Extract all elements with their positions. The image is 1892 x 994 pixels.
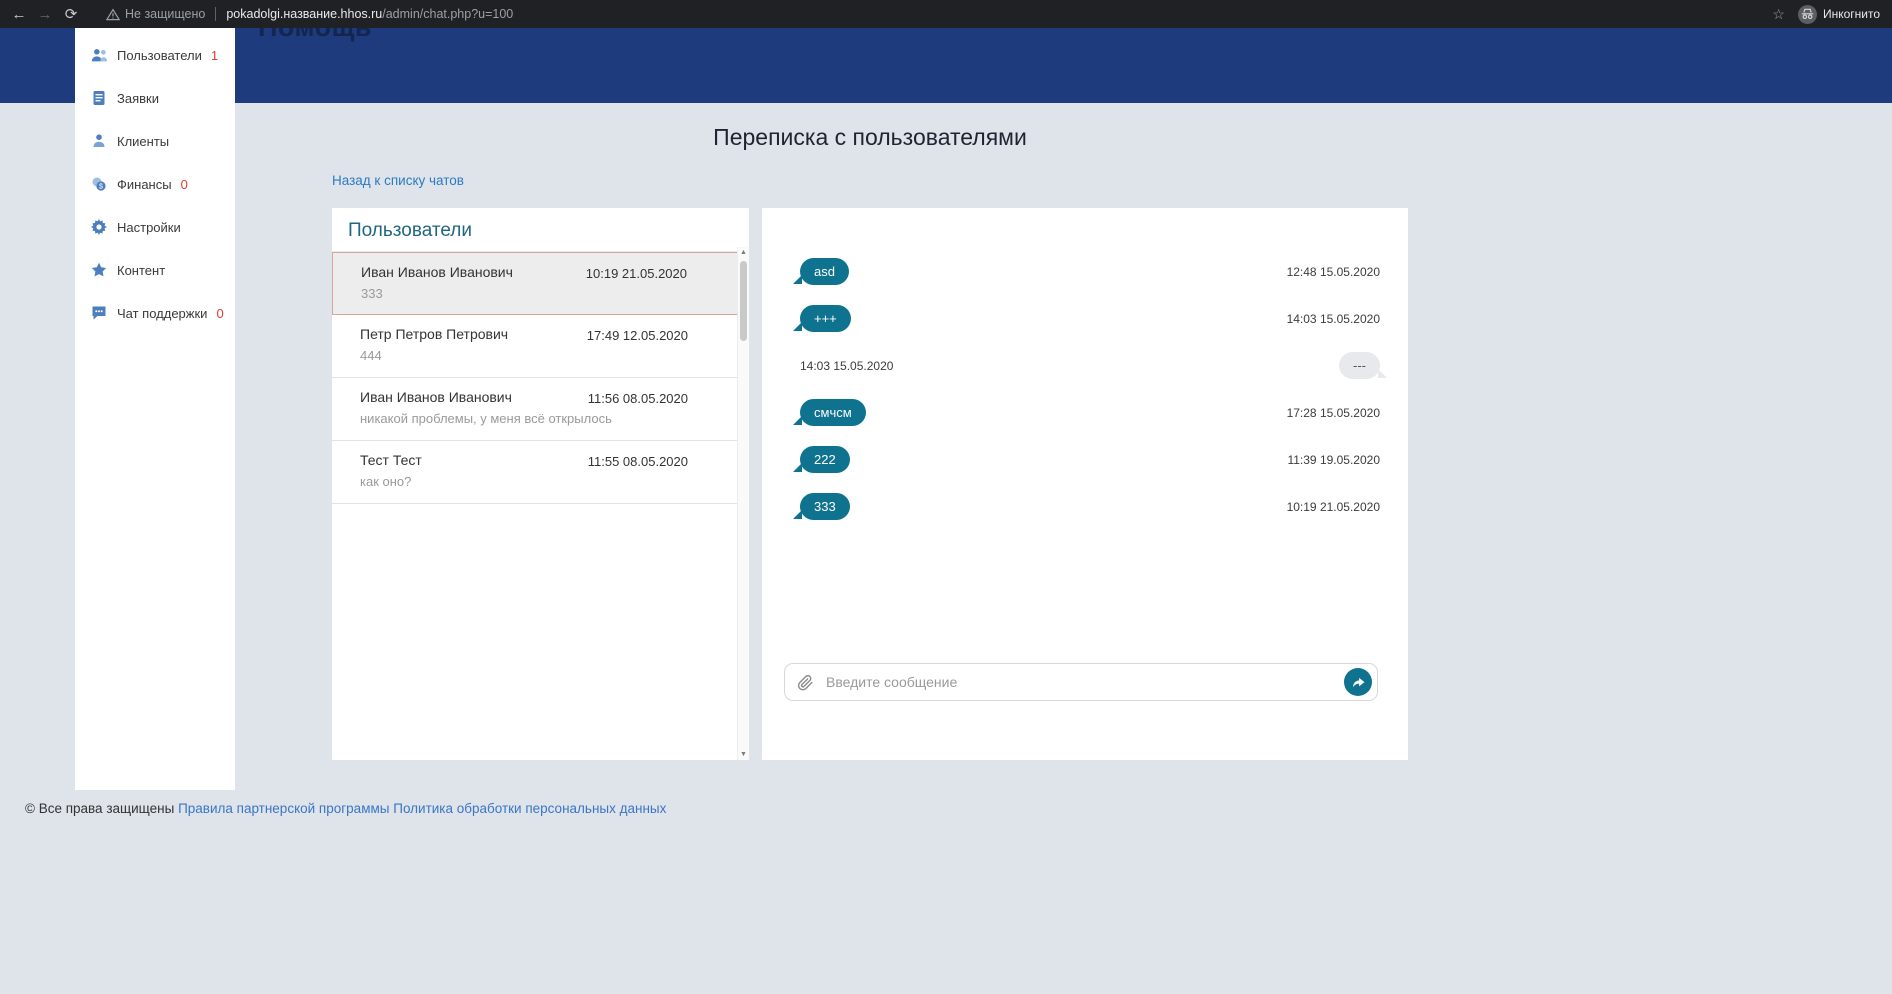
- sidebar-item-badge: 1: [210, 48, 219, 63]
- back-to-chats-link[interactable]: Назад к списку чатов: [332, 173, 464, 188]
- sidebar-menu: Пользователи 1 Заявки Клиенты $ Финансы …: [75, 34, 235, 335]
- sidebar-item-label: Клиенты: [117, 134, 170, 149]
- message-time: 12:48 15.05.2020: [1286, 264, 1380, 279]
- message-bubble: +++: [793, 305, 851, 332]
- chat-item-preview: никакой проблемы, у меня всё открылось: [360, 411, 612, 426]
- sidebar-item-label: Контент: [117, 263, 166, 278]
- message-row: +++ 14:03 15.05.2020: [793, 295, 1380, 342]
- url-host: pokadolgi.название.hhos.ru: [226, 7, 383, 21]
- message-time: 14:03 15.05.2020: [1286, 311, 1380, 326]
- incognito-icon: [1797, 4, 1817, 24]
- sidebar-item-label: Заявки: [117, 91, 159, 106]
- page-title: Переписка с пользователями: [713, 124, 1027, 150]
- settings-icon: [91, 219, 108, 236]
- content-icon: [91, 262, 108, 279]
- sidebar-item-label: Настройки: [117, 220, 181, 235]
- scrollbar-thumb[interactable]: [740, 261, 747, 341]
- message-row: 222 11:39 19.05.2020: [793, 436, 1380, 483]
- chat-list-panel: Пользователи Иван Иванов Иванович 10:19 …: [332, 208, 749, 760]
- chat-list-item[interactable]: Иван Иванов Иванович 11:56 08.05.2020 ни…: [332, 378, 749, 441]
- message-composer: [784, 663, 1378, 701]
- chat-item-preview: как оно?: [360, 474, 412, 489]
- message-row: смчсм 17:28 15.05.2020: [793, 389, 1380, 436]
- page: ← → ⟳ Не защищено pokadolgi.название.hho…: [0, 0, 1892, 994]
- chat-list: Иван Иванов Иванович 10:19 21.05.2020 33…: [332, 252, 749, 504]
- message-list: asd 12:48 15.05.2020 +++ 14:03 15.05.202…: [762, 248, 1408, 530]
- message-bubble: 333: [793, 493, 850, 520]
- chat-item-preview: 333: [361, 286, 383, 301]
- sidebar-item[interactable]: Заявки: [75, 77, 235, 120]
- browser-chrome: ← → ⟳ Не защищено pokadolgi.название.hho…: [0, 0, 1892, 28]
- message-bubble: asd: [793, 258, 849, 285]
- chat-item-time: 11:55 08.05.2020: [587, 454, 688, 469]
- sidebar-item[interactable]: Клиенты: [75, 120, 235, 163]
- message-time: 10:19 21.05.2020: [1286, 499, 1380, 514]
- clients-icon: [91, 133, 108, 150]
- url-path: /admin/chat.php?u=100: [382, 7, 514, 21]
- chat-item-time: 10:19 21.05.2020: [585, 266, 687, 281]
- browser-forward-button[interactable]: →: [32, 6, 58, 23]
- chat-list-item[interactable]: Тест Тест 11:55 08.05.2020 как оно?: [332, 441, 749, 504]
- sidebar-item[interactable]: Пользователи 1: [75, 34, 235, 77]
- svg-text:$: $: [99, 184, 103, 191]
- attach-file-icon[interactable]: [797, 674, 814, 691]
- message-time: 11:39 19.05.2020: [1287, 452, 1380, 467]
- sidebar-item-badge: 0: [180, 177, 188, 192]
- message-row: asd 12:48 15.05.2020: [793, 248, 1380, 295]
- sidebar-item-label: Пользователи: [117, 48, 202, 63]
- site-security-indicator[interactable]: Не защищено: [106, 7, 205, 21]
- send-message-button[interactable]: [1344, 668, 1372, 696]
- incognito-label: Инкогнито: [1822, 7, 1880, 21]
- message-input[interactable]: [824, 673, 1344, 691]
- browser-reload-button[interactable]: ⟳: [58, 5, 84, 23]
- message-row: 333 10:19 21.05.2020: [793, 483, 1380, 530]
- partner-rules-link[interactable]: Правила партнерской программы: [178, 801, 389, 816]
- requests-icon: [91, 90, 108, 107]
- chat-list-item[interactable]: Иван Иванов Иванович 10:19 21.05.2020 33…: [332, 252, 749, 315]
- sidebar-item[interactable]: $ Финансы 0: [75, 163, 235, 206]
- message-row: --- 14:03 15.05.2020: [800, 342, 1387, 389]
- scroll-down-icon[interactable]: ▼: [738, 751, 749, 758]
- divider: [215, 7, 217, 21]
- message-bubble: смчсм: [793, 399, 866, 426]
- support-chat-icon: [91, 305, 108, 322]
- message-time: 14:03 15.05.2020: [800, 358, 894, 373]
- chat-item-time: 17:49 12.05.2020: [586, 328, 688, 343]
- sidebar-item[interactable]: Чат поддержки 0: [75, 292, 235, 335]
- copyright-text: © Все права защищены: [25, 801, 175, 816]
- chat-list-scrollbar[interactable]: ▲ ▼: [737, 247, 749, 760]
- sidebar-item-label: Чат поддержки: [117, 306, 208, 321]
- privacy-policy-link[interactable]: Политика обработки персональных данных: [393, 801, 666, 816]
- sidebar-item-badge: 0: [216, 306, 224, 321]
- scroll-up-icon[interactable]: ▲: [738, 249, 749, 256]
- sidebar-item[interactable]: Контент: [75, 249, 235, 292]
- browser-back-button[interactable]: ←: [6, 6, 32, 23]
- conversation-panel: asd 12:48 15.05.2020 +++ 14:03 15.05.202…: [762, 208, 1408, 760]
- sidebar: Пользователи 1 Заявки Клиенты $ Финансы …: [75, 28, 235, 790]
- chat-list-header: Пользователи: [332, 208, 749, 252]
- message-time: 17:28 15.05.2020: [1286, 405, 1380, 420]
- message-bubble: ---: [1339, 352, 1387, 379]
- chat-list-item[interactable]: Петр Петров Петрович 17:49 12.05.2020 44…: [332, 315, 749, 378]
- chat-item-time: 11:56 08.05.2020: [587, 391, 688, 406]
- incognito-badge[interactable]: Инкогнито: [1797, 4, 1880, 24]
- sidebar-item[interactable]: Настройки: [75, 206, 235, 249]
- address-bar[interactable]: pokadolgi.название.hhos.ru/admin/chat.ph…: [226, 7, 513, 21]
- security-label: Не защищено: [125, 7, 206, 21]
- message-bubble: 222: [793, 446, 850, 473]
- warning-icon: [106, 8, 120, 21]
- sidebar-item-label: Финансы: [117, 177, 172, 192]
- bookmark-star-icon[interactable]: ☆: [1772, 6, 1785, 23]
- users-icon: [91, 47, 108, 64]
- footer: © Все права защищены Правила партнерской…: [25, 801, 666, 816]
- chat-item-preview: 444: [360, 348, 382, 363]
- finance-icon: $: [91, 176, 108, 193]
